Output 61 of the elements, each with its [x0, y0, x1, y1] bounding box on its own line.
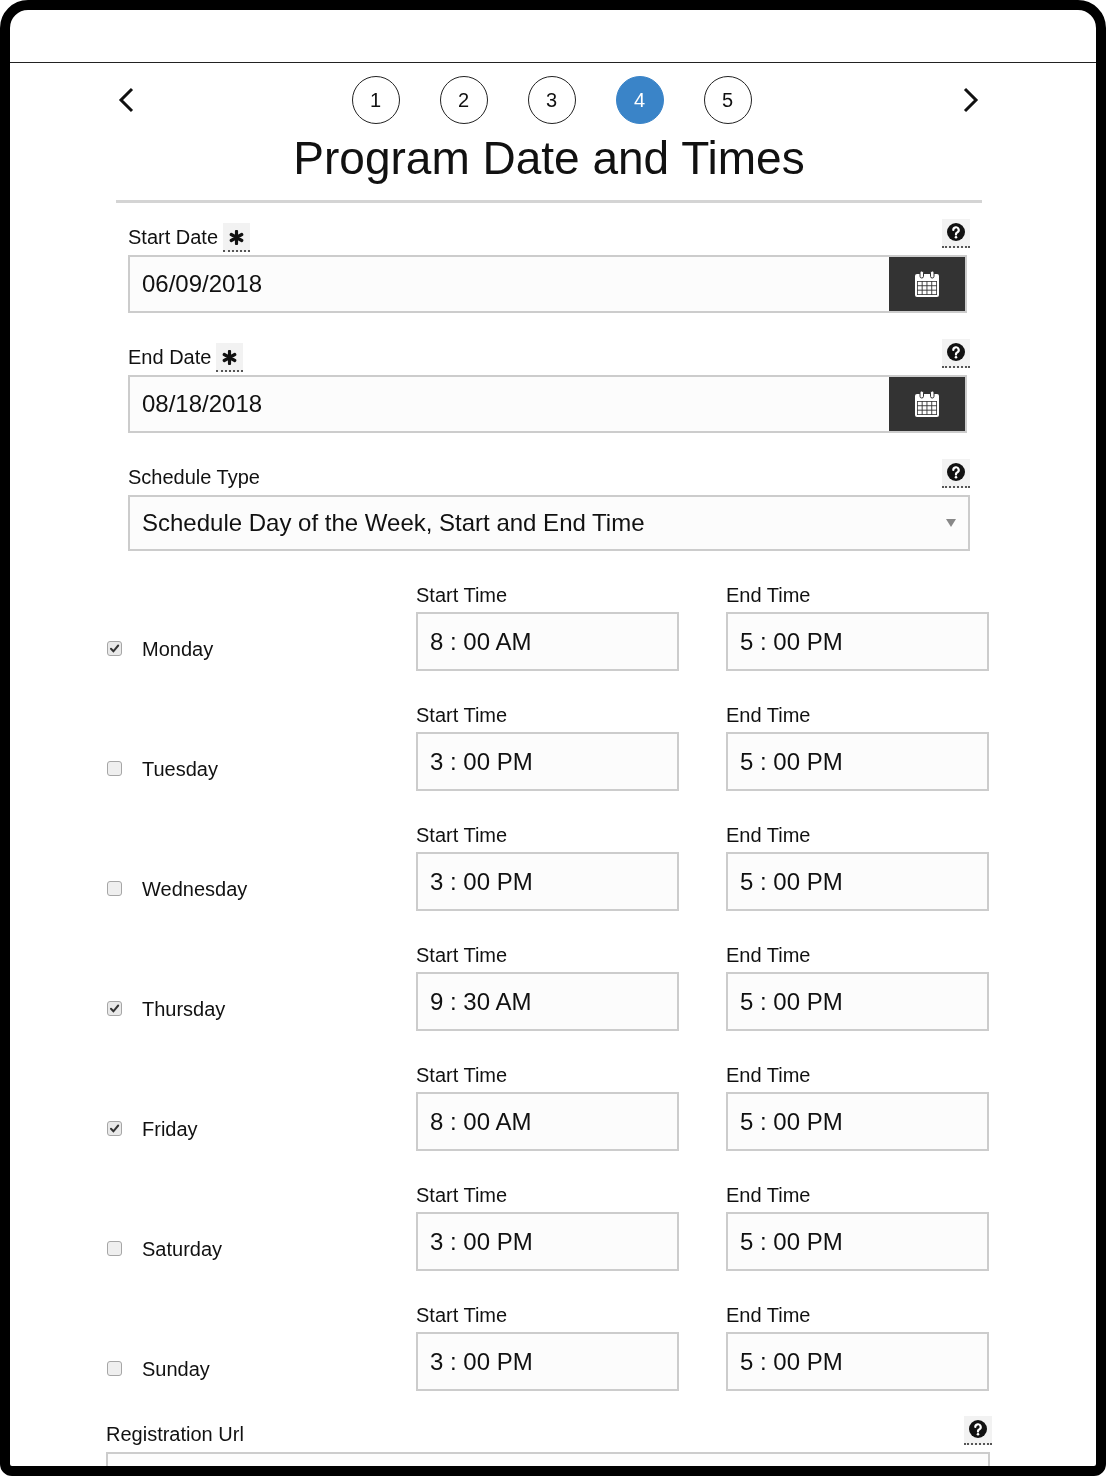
field-label: Start Date	[128, 225, 219, 250]
help-icon[interactable]	[942, 459, 970, 488]
end-time-field[interactable]: 5 : 00 PM	[726, 1092, 989, 1151]
end-time-field[interactable]: 5 : 00 PM	[726, 612, 989, 671]
chevron-left-icon[interactable]	[118, 87, 134, 113]
day-label: Sunday	[142, 1357, 210, 1381]
start-time-field[interactable]: 8 : 00 AM	[416, 612, 679, 671]
step-button[interactable]: 1	[351, 76, 400, 124]
start-time-field[interactable]: 3 : 00 PM	[416, 732, 679, 791]
checkbox[interactable]	[107, 1361, 122, 1376]
field-label: End Time	[726, 703, 812, 727]
end-time-field[interactable]: 5 : 00 PM	[726, 1332, 989, 1391]
day-label: Thursday	[142, 997, 226, 1021]
checkbox[interactable]	[107, 881, 122, 896]
field-label: Start Time	[416, 823, 509, 847]
help-icon[interactable]	[942, 219, 970, 248]
field-label: Start Time	[416, 703, 509, 727]
field-label: Start Time	[416, 943, 509, 967]
step-button[interactable]: 5	[703, 76, 752, 124]
field-label: End Time	[726, 1063, 812, 1087]
step-button[interactable]: 2	[439, 76, 488, 124]
start-time-field[interactable]: 8 : 00 AM	[416, 1092, 679, 1151]
help-icon[interactable]	[964, 1416, 992, 1445]
field-label: Start Time	[416, 1063, 509, 1087]
field-label: End Time	[726, 583, 812, 607]
end-time-field[interactable]: 5 : 00 PM	[726, 1212, 989, 1271]
day-label: Monday	[142, 637, 214, 661]
page-title: Program Date and Times	[293, 132, 805, 184]
checkbox[interactable]	[107, 761, 122, 776]
checkbox[interactable]	[107, 1241, 122, 1256]
caret-icon	[946, 519, 956, 527]
field-label: End Time	[726, 943, 812, 967]
step-button[interactable]: 4	[615, 76, 664, 124]
start-time-field[interactable]: 3 : 00 PM	[416, 1332, 679, 1391]
schedule-type-select[interactable]: Schedule Day of the Week, Start and End Time	[128, 495, 970, 551]
url-field[interactable]	[106, 1452, 990, 1466]
start-time-field[interactable]: 9 : 30 AM	[416, 972, 679, 1031]
field-label: End Time	[726, 1303, 812, 1327]
help-icon[interactable]	[942, 339, 970, 368]
field-label: Registration Url	[106, 1422, 244, 1447]
checkbox[interactable]	[107, 1121, 122, 1136]
checkbox[interactable]	[107, 641, 122, 656]
field-label: Start Time	[416, 1303, 509, 1327]
field-label: Start Time	[416, 1183, 509, 1207]
start-time-field[interactable]: 3 : 00 PM	[416, 852, 679, 911]
day-label: Friday	[142, 1117, 198, 1141]
step-button[interactable]: 3	[527, 76, 576, 124]
chevron-right-icon[interactable]	[963, 87, 979, 113]
end-time-field[interactable]: 5 : 00 PM	[726, 732, 989, 791]
field-label: End Time	[726, 1183, 812, 1207]
day-label: Tuesday	[142, 757, 218, 781]
end-time-field[interactable]: 5 : 00 PM	[726, 852, 989, 911]
field-label: End Date	[128, 345, 212, 370]
field-label: Start Time	[416, 583, 509, 607]
checkbox[interactable]	[107, 1001, 122, 1016]
day-label: Wednesday	[142, 877, 248, 901]
end-time-field[interactable]: 5 : 00 PM	[726, 972, 989, 1031]
start-time-field[interactable]: 3 : 00 PM	[416, 1212, 679, 1271]
field-label: Schedule Type	[128, 465, 260, 490]
field-label: End Time	[726, 823, 812, 847]
day-label: Saturday	[142, 1237, 223, 1261]
